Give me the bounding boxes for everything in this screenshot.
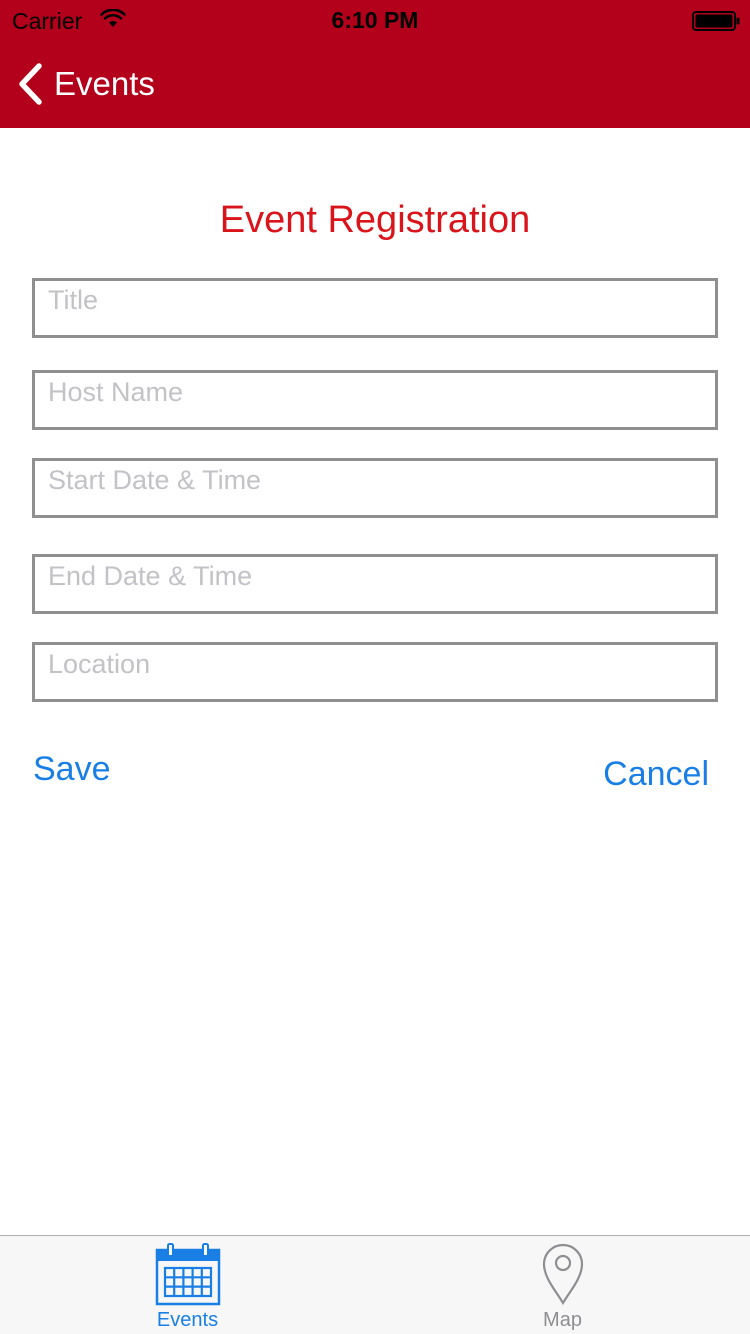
- tab-map[interactable]: Map: [375, 1236, 750, 1334]
- battery-icon: [692, 11, 740, 31]
- location-input[interactable]: [32, 642, 718, 702]
- save-button[interactable]: Save: [33, 750, 111, 789]
- back-button[interactable]: Events: [16, 60, 155, 108]
- start-date-time-input[interactable]: [32, 458, 718, 518]
- map-pin-icon: [542, 1243, 583, 1306]
- chevron-left-icon: [19, 63, 42, 105]
- status-bar: Carrier 6:10 PM: [0, 0, 750, 40]
- page-title: Event Registration: [219, 199, 531, 241]
- status-time: 6:10 PM: [331, 7, 419, 33]
- calendar-icon: [155, 1243, 220, 1306]
- host-name-input[interactable]: [32, 370, 718, 430]
- back-button-label: Events: [54, 65, 155, 102]
- tab-map-label: Map: [543, 1309, 582, 1331]
- title-input[interactable]: [32, 278, 718, 338]
- cancel-button[interactable]: Cancel: [603, 755, 709, 794]
- tab-events[interactable]: Events: [0, 1236, 375, 1334]
- tab-bar: Events Map: [0, 1235, 750, 1334]
- end-date-time-input[interactable]: [32, 554, 718, 614]
- tab-events-label: Events: [156, 1309, 219, 1331]
- navigation-bar: Events: [0, 40, 750, 128]
